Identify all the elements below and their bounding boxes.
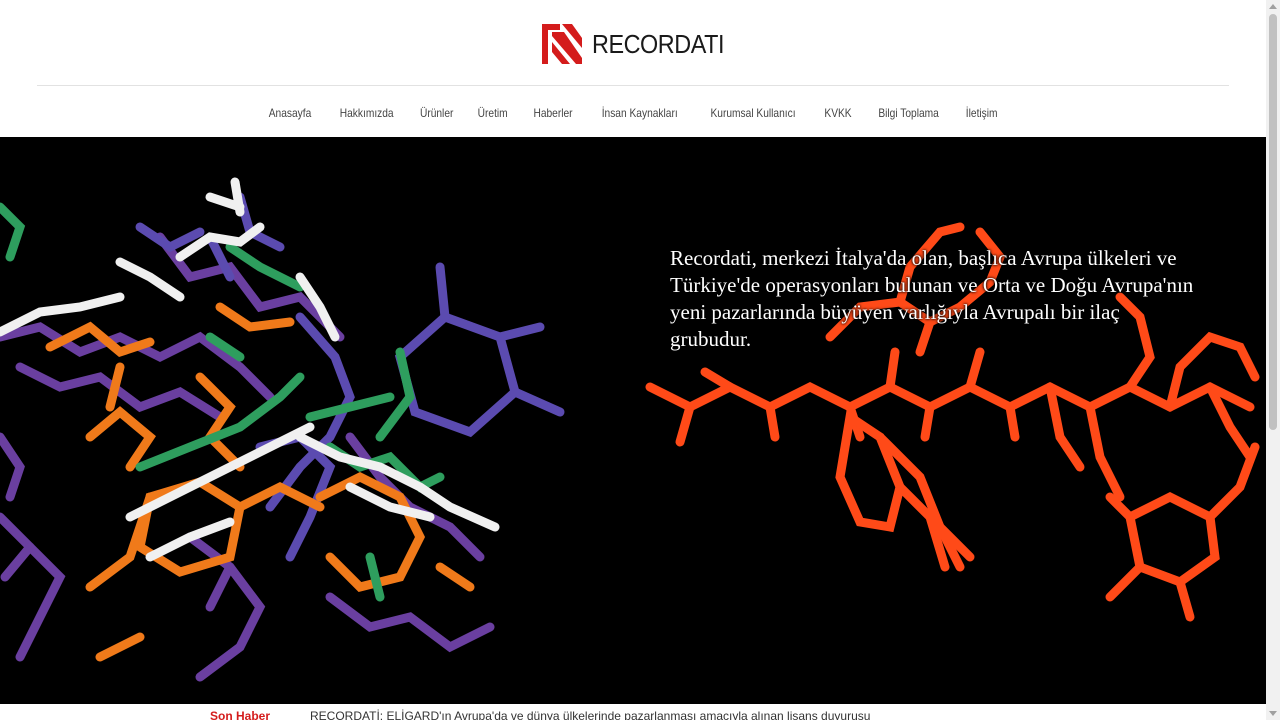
- site-header: RECORDATI Anasayfa Hakkımızda Ürünler Ür…: [0, 0, 1266, 137]
- nav-item-haberler[interactable]: Haberler: [533, 102, 572, 124]
- molecular-structure-illustration: [0, 177, 1260, 682]
- scroll-down-icon[interactable]: [1269, 711, 1277, 716]
- nav-item-urunler[interactable]: Ürünler: [420, 102, 453, 124]
- nav-item-kurumsal-kullanici[interactable]: Kurumsal Kullanıcı: [710, 102, 795, 124]
- nav-item-uretim[interactable]: Üretim: [478, 102, 508, 124]
- hero-description: Recordati, merkezi İtalya'da olan, başlı…: [670, 246, 1194, 351]
- scroll-up-icon[interactable]: [1269, 4, 1277, 9]
- hero-banner: Recordati, merkezi İtalya'da olan, başlı…: [0, 137, 1266, 704]
- news-ticker: Son Haber RECORDATİ: ELİGARD'ın Avrupa'd…: [0, 704, 1266, 720]
- ticker-news-link[interactable]: RECORDATİ: ELİGARD'ın Avrupa'da ve dünya…: [310, 709, 870, 720]
- main-nav: Anasayfa Hakkımızda Ürünler Üretim Haber…: [0, 102, 1266, 124]
- nav-item-hakkimizda[interactable]: Hakkımızda: [339, 102, 393, 124]
- brand-logo[interactable]: RECORDATI: [540, 22, 739, 66]
- nav-item-kvkk[interactable]: KVKK: [824, 102, 851, 124]
- header-divider: [37, 85, 1229, 86]
- nav-item-anasayfa[interactable]: Anasayfa: [269, 102, 312, 124]
- ticker-label: Son Haber: [210, 709, 271, 720]
- nav-item-iletisim[interactable]: İletişim: [966, 102, 998, 124]
- brand-name: RECORDATI: [592, 28, 725, 59]
- scrollbar-thumb[interactable]: [1269, 14, 1277, 430]
- page-scrollbar[interactable]: [1266, 0, 1280, 720]
- nav-item-bilgi-toplama[interactable]: Bilgi Toplama: [878, 102, 938, 124]
- recordati-logo-icon: [542, 24, 582, 64]
- nav-item-insan-kaynaklari[interactable]: İnsan Kaynakları: [601, 102, 677, 124]
